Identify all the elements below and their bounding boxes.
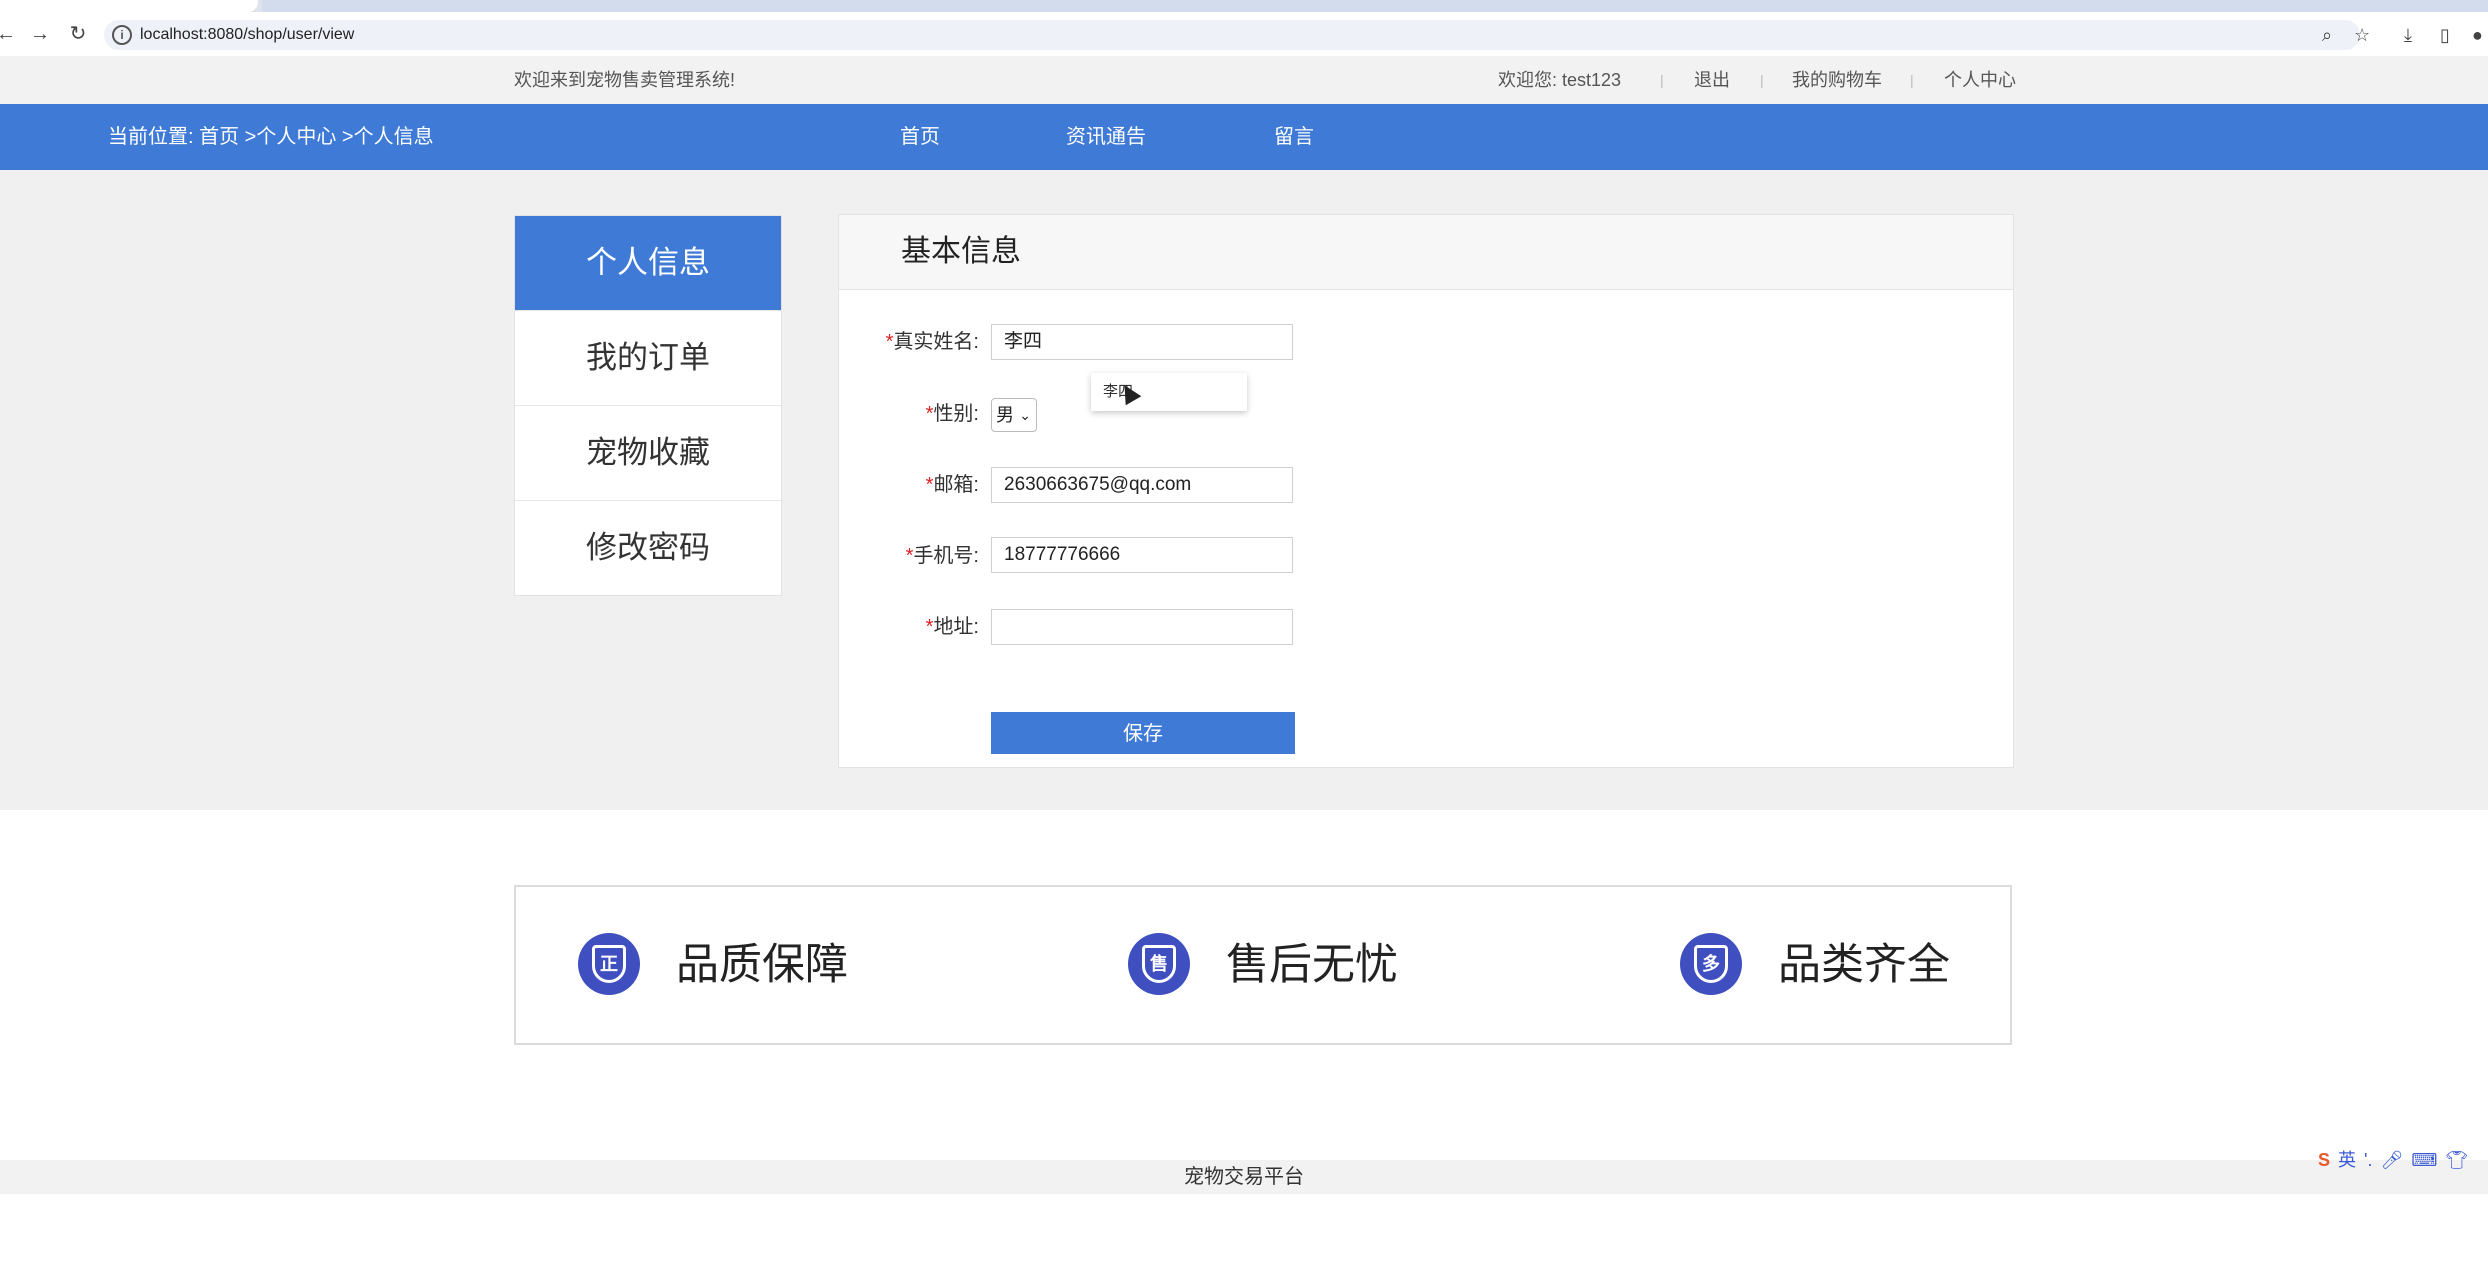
nav-home[interactable]: 首页 xyxy=(900,123,940,151)
browser-tabstrip xyxy=(0,0,2488,12)
logout-link[interactable]: 退出 xyxy=(1694,66,1730,94)
feature-label: 售后无忧 xyxy=(1226,941,1398,989)
real-name-input[interactable]: 李四 xyxy=(991,324,1293,360)
main-content: 个人信息 我的订单 宠物收藏 修改密码 基本信息 *真实姓名: 李四 李四 *性… xyxy=(0,170,2488,810)
user-sidebar: 个人信息 我的订单 宠物收藏 修改密码 xyxy=(514,215,782,596)
panel-header: 基本信息 xyxy=(839,215,2013,290)
back-icon[interactable]: ← xyxy=(0,20,20,48)
separator: | xyxy=(1660,72,1664,88)
address-input[interactable] xyxy=(991,609,1293,645)
profile-panel: 基本信息 *真实姓名: 李四 李四 *性别: 男 ⌄ *邮箱: 263066367… xyxy=(838,214,2014,768)
browser-active-tab[interactable] xyxy=(0,0,258,12)
download-icon[interactable]: ⤓ xyxy=(2404,20,2412,50)
nav-messages[interactable]: 留言 xyxy=(1274,123,1314,151)
ime-punct-icon[interactable]: '. xyxy=(2364,1150,2372,1170)
cart-link[interactable]: 我的购物车 xyxy=(1792,66,1882,94)
star-icon[interactable]: ☆ xyxy=(2354,22,2370,48)
sidebar-item-password[interactable]: 修改密码 xyxy=(515,500,781,595)
email-input[interactable]: 2630663675@qq.com xyxy=(991,467,1293,503)
ime-toolbar[interactable]: S 英 '. 🎤︎ ⌨︎ 👕︎ xyxy=(2318,1146,2476,1176)
welcome-text: 欢迎来到宠物售卖管理系统! xyxy=(514,70,735,90)
forward-icon[interactable]: → xyxy=(26,20,54,48)
separator: | xyxy=(1910,72,1914,88)
info-icon[interactable]: i xyxy=(112,25,132,45)
sidepanel-icon[interactable]: ▯ xyxy=(2440,20,2450,50)
sidebar-item-profile[interactable]: 个人信息 xyxy=(515,216,781,310)
ime-lang[interactable]: 英 xyxy=(2338,1150,2356,1170)
autocomplete-dropdown[interactable]: 李四 xyxy=(1091,373,1247,411)
address-label: *地址: xyxy=(925,616,979,638)
quality-shield-icon: 正 xyxy=(578,933,640,995)
save-button[interactable]: 保存 xyxy=(991,712,1295,754)
features-bar: 正 品质保障 售 售后无忧 多 品类齐全 xyxy=(514,885,2012,1045)
footer: 宠物交易平台 xyxy=(0,1160,2488,1194)
profile-icon[interactable]: ● xyxy=(2472,20,2483,50)
main-navbar: 当前位置: 首页 >个人中心 >个人信息 首页 资讯通告 留言 xyxy=(0,104,2488,170)
address-bar[interactable]: i localhost:8080/shop/user/view ⌕ ☆ xyxy=(104,20,2370,50)
footer-text: 宠物交易平台 xyxy=(1184,1166,1304,1188)
browser-tab-area xyxy=(262,0,2488,12)
phone-label: *手机号: xyxy=(905,545,979,567)
phone-input[interactable]: 18777776666 xyxy=(991,537,1293,573)
email-label: *邮箱: xyxy=(925,474,979,496)
gender-label: *性别: xyxy=(925,403,979,425)
breadcrumb: 当前位置: 首页 >个人中心 >个人信息 xyxy=(108,126,434,148)
address-url[interactable]: localhost:8080/shop/user/view xyxy=(140,24,354,46)
user-greeting: 欢迎您: test123 xyxy=(1498,70,1622,90)
zoom-icon[interactable]: ⌕ xyxy=(2322,22,2332,48)
mic-icon[interactable]: 🎤︎ xyxy=(2380,1150,2403,1170)
feature-label: 品质保障 xyxy=(676,941,848,989)
real-name-label: *真实姓名: xyxy=(885,331,979,353)
ime-logo-icon[interactable]: S xyxy=(2318,1150,2330,1170)
feature-label: 品类齐全 xyxy=(1778,941,1950,989)
keyboard-icon[interactable]: ⌨︎ xyxy=(2411,1150,2437,1170)
nav-news[interactable]: 资讯通告 xyxy=(1066,123,1146,151)
variety-shield-icon: 多 xyxy=(1680,933,1742,995)
reload-icon[interactable]: ↻ xyxy=(64,20,92,48)
skin-icon[interactable]: 👕︎ xyxy=(2445,1150,2468,1170)
panel-title: 基本信息 xyxy=(901,235,1021,268)
sidebar-item-orders[interactable]: 我的订单 xyxy=(515,310,781,405)
site-topbar: 欢迎来到宠物售卖管理系统! 欢迎您: test123 | 退出 | 我的购物车 … xyxy=(0,56,2488,104)
sidebar-item-favorites[interactable]: 宠物收藏 xyxy=(515,405,781,500)
separator: | xyxy=(1760,72,1764,88)
aftersale-shield-icon: 售 xyxy=(1128,933,1190,995)
user-center-link[interactable]: 个人中心 xyxy=(1944,66,2016,94)
gender-select[interactable]: 男 ⌄ xyxy=(991,398,1037,432)
chevron-down-icon: ⌄ xyxy=(1019,407,1031,423)
